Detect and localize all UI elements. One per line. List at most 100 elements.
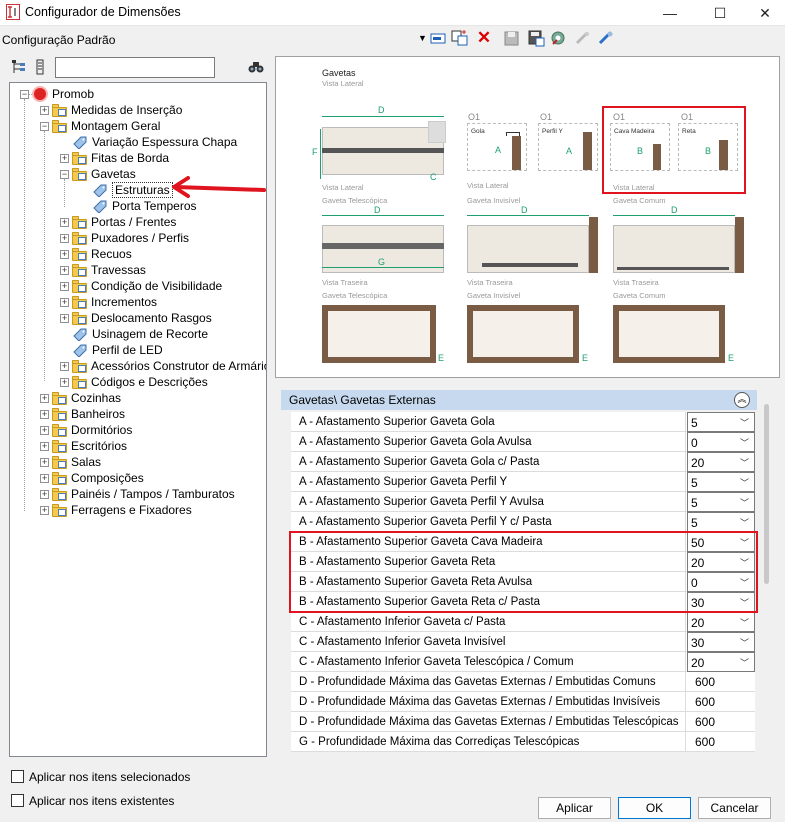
chevron-down-icon[interactable]: ﹀: [740, 513, 749, 533]
apply-config-icon[interactable]: [430, 31, 446, 45]
expand-icon[interactable]: +: [60, 377, 69, 387]
tree-node[interactable]: + Composições: [40, 470, 144, 486]
expand-icon[interactable]: +: [60, 265, 69, 275]
expand-icon[interactable]: +: [60, 233, 69, 243]
property-row[interactable]: A - Afastamento Superior Gaveta Gola c/ …: [291, 452, 755, 472]
tree-node[interactable]: Estruturas: [92, 182, 173, 198]
tree-node[interactable]: Porta Temperos: [92, 198, 197, 214]
property-value-input[interactable]: 600: [687, 672, 755, 692]
minimize-button[interactable]: —: [647, 0, 693, 26]
property-row[interactable]: C - Afastamento Inferior Gaveta c/ Pasta…: [291, 612, 755, 632]
property-row[interactable]: D - Profundidade Máxima das Gavetas Exte…: [291, 692, 755, 712]
tree-node[interactable]: + Cozinhas: [40, 390, 121, 406]
tree-node[interactable]: Perfil de LED: [72, 342, 163, 358]
property-row[interactable]: G - Profundidade Máxima das Corrediças T…: [291, 732, 755, 752]
copy-config-icon[interactable]: [451, 30, 469, 46]
chevron-down-icon[interactable]: ﹀: [740, 633, 749, 653]
collapse-icon[interactable]: −: [40, 121, 49, 131]
property-value-select[interactable]: 5 ﹀: [687, 512, 755, 532]
chevron-down-icon[interactable]: ﹀: [740, 433, 749, 453]
tree-node-promob[interactable]: − Promob: [20, 86, 94, 102]
expand-icon[interactable]: +: [40, 105, 49, 115]
link-icon[interactable]: [597, 30, 614, 47]
tree-node[interactable]: + Medidas de Inserção: [40, 102, 182, 118]
expand-icon[interactable]: +: [40, 489, 49, 499]
tree-node[interactable]: + Deslocamento Rasgos: [60, 310, 212, 326]
tree-node[interactable]: + Códigos e Descrições: [60, 374, 208, 390]
chevron-down-icon[interactable]: ﹀: [740, 413, 749, 433]
scrollbar-thumb[interactable]: [764, 404, 769, 584]
apply-existing-checkbox[interactable]: [11, 794, 24, 807]
tree-node[interactable]: Variação Espessura Chapa: [72, 134, 237, 150]
expand-icon[interactable]: +: [60, 361, 69, 371]
tree-node[interactable]: + Banheiros: [40, 406, 125, 422]
tree-node[interactable]: + Condição de Visibilidade: [60, 278, 222, 294]
link-disabled-icon[interactable]: [574, 30, 591, 47]
property-row[interactable]: C - Afastamento Inferior Gaveta Invisíve…: [291, 632, 755, 652]
save-as-icon[interactable]: [528, 30, 545, 47]
apply-button[interactable]: Aplicar: [538, 797, 611, 819]
expand-icon[interactable]: +: [60, 217, 69, 227]
tree-node[interactable]: + Ferragens e Fixadores: [40, 502, 192, 518]
tree-node[interactable]: + Portas / Frentes: [60, 214, 176, 230]
chevron-down-icon[interactable]: ﹀: [740, 493, 749, 513]
apply-selected-checkbox[interactable]: [11, 770, 24, 783]
tree-node[interactable]: Usinagem de Recorte: [72, 326, 208, 342]
property-row[interactable]: C - Afastamento Inferior Gaveta Telescóp…: [291, 652, 755, 672]
expand-icon[interactable]: +: [60, 153, 69, 163]
property-row[interactable]: D - Profundidade Máxima das Gavetas Exte…: [291, 672, 755, 692]
tree-node[interactable]: + Dormitórios: [40, 422, 132, 438]
dropdown-arrow-icon[interactable]: ▼: [418, 33, 427, 43]
expand-icon[interactable]: +: [40, 425, 49, 435]
property-row[interactable]: A - Afastamento Superior Gaveta Perfil Y…: [291, 492, 755, 512]
property-row[interactable]: A - Afastamento Superior Gaveta Perfil Y…: [291, 472, 755, 492]
property-value-select[interactable]: 0 ﹀: [687, 432, 755, 452]
list-view-icon[interactable]: [34, 59, 46, 75]
property-value-select[interactable]: 5 ﹀: [687, 492, 755, 512]
property-row[interactable]: D - Profundidade Máxima das Gavetas Exte…: [291, 712, 755, 732]
close-button[interactable]: ✕: [742, 0, 785, 26]
ok-button[interactable]: OK: [618, 797, 691, 819]
property-value-select[interactable]: 5 ﹀: [687, 472, 755, 492]
tree-node[interactable]: + Fitas de Borda: [60, 150, 169, 166]
maximize-button[interactable]: ☐: [697, 0, 743, 26]
cancel-button[interactable]: Cancelar: [698, 797, 771, 819]
property-row[interactable]: A - Afastamento Superior Gaveta Gola 5 ﹀: [291, 412, 755, 432]
property-value-select[interactable]: 20 ﹀: [687, 452, 755, 472]
tree-node[interactable]: − Gavetas: [60, 166, 136, 182]
property-row[interactable]: A - Afastamento Superior Gaveta Perfil Y…: [291, 512, 755, 532]
expand-icon[interactable]: +: [60, 281, 69, 291]
tree-node[interactable]: + Puxadores / Perfis: [60, 230, 189, 246]
chevron-down-icon[interactable]: ﹀: [740, 473, 749, 493]
tree-node[interactable]: + Travessas: [60, 262, 146, 278]
expand-icon[interactable]: +: [60, 313, 69, 323]
chevron-down-icon[interactable]: ﹀: [740, 653, 749, 673]
tree-view-icon[interactable]: [11, 59, 27, 75]
expand-icon[interactable]: +: [60, 249, 69, 259]
save-icon[interactable]: [504, 31, 519, 46]
collapse-chevrons-icon[interactable]: ︽: [734, 392, 750, 408]
tree-node[interactable]: + Escritórios: [40, 438, 127, 454]
binoculars-icon[interactable]: [248, 60, 264, 74]
expand-icon[interactable]: +: [40, 441, 49, 451]
delete-icon[interactable]: ✕: [475, 29, 493, 47]
expand-icon[interactable]: +: [40, 393, 49, 403]
tree-node[interactable]: + Incrementos: [60, 294, 157, 310]
collapse-icon[interactable]: −: [60, 169, 69, 179]
chevron-down-icon[interactable]: ﹀: [740, 453, 749, 473]
property-value-select[interactable]: 20 ﹀: [687, 652, 755, 672]
expand-icon[interactable]: +: [40, 457, 49, 467]
chevron-down-icon[interactable]: ﹀: [740, 613, 749, 633]
expand-icon[interactable]: +: [60, 297, 69, 307]
expand-icon[interactable]: +: [40, 505, 49, 515]
configuration-select[interactable]: Configuração Padrão: [2, 33, 115, 47]
tree-node[interactable]: − Montagem Geral: [40, 118, 160, 134]
settings-icon[interactable]: [550, 30, 567, 47]
tree-node[interactable]: + Acessórios Construtor de Armários: [60, 358, 266, 374]
expand-icon[interactable]: +: [40, 409, 49, 419]
property-value-input[interactable]: 600: [687, 732, 755, 752]
expand-icon[interactable]: +: [40, 473, 49, 483]
property-value-select[interactable]: 5 ﹀: [687, 412, 755, 432]
collapse-icon[interactable]: −: [20, 89, 29, 99]
tree-node[interactable]: + Recuos: [60, 246, 132, 262]
